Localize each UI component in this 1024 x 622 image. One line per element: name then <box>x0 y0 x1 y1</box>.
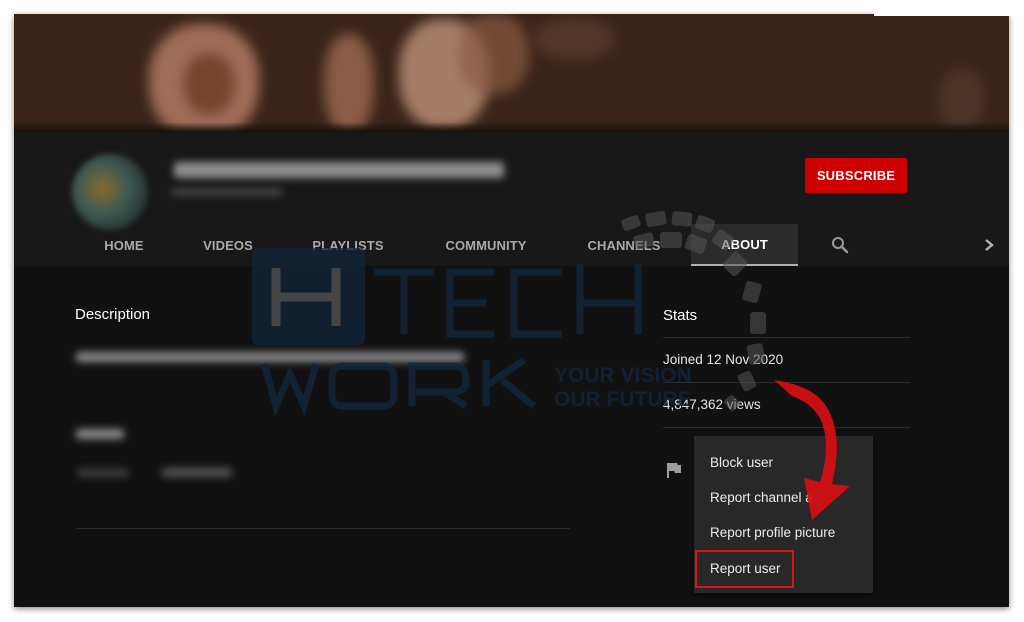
details-divider <box>76 528 570 529</box>
description-heading: Description <box>75 306 151 323</box>
subscriber-count-redacted <box>172 188 282 196</box>
subscribe-button[interactable]: SUBSCRIBE <box>805 158 907 193</box>
flag-icon[interactable] <box>666 462 682 478</box>
details-heading-redacted <box>76 429 124 439</box>
chevron-right-icon[interactable] <box>974 224 1004 266</box>
youtube-channel-about-page: SUBSCRIBE HOME VIDEOS PLAYLISTS COMMUNIT… <box>14 14 1009 607</box>
menu-item-report-user[interactable]: Report user <box>710 561 781 576</box>
stats-divider-3 <box>663 427 910 428</box>
location-value-redacted <box>162 468 232 477</box>
location-label-redacted <box>77 469 129 477</box>
menu-item-report-channel-art[interactable]: Report channel a <box>710 490 813 505</box>
stats-heading: Stats <box>663 307 698 324</box>
channel-banner <box>14 14 1009 132</box>
stats-divider-2 <box>663 382 910 383</box>
menu-item-block-user[interactable]: Block user <box>710 455 773 470</box>
report-menu: Block user Report channel a Report profi… <box>694 436 873 593</box>
menu-item-report-profile-picture[interactable]: Report profile picture <box>710 525 835 540</box>
screenshot-edge <box>874 0 1024 16</box>
description-text-redacted <box>76 352 464 362</box>
tab-channels[interactable]: CHANNELS <box>576 224 672 266</box>
channel-tabs: HOME VIDEOS PLAYLISTS COMMUNITY CHANNELS… <box>14 224 1009 266</box>
stats-divider-1 <box>663 337 910 338</box>
view-count: 4,847,362 views <box>663 397 761 412</box>
tab-videos[interactable]: VIDEOS <box>190 224 266 266</box>
tab-home[interactable]: HOME <box>86 224 162 266</box>
about-content: Description Stats Joined 12 Nov 2020 4,8… <box>14 266 1009 607</box>
joined-date: Joined 12 Nov 2020 <box>663 352 784 367</box>
search-icon[interactable] <box>825 224 855 266</box>
channel-name-redacted <box>174 162 504 178</box>
tab-playlists[interactable]: PLAYLISTS <box>300 224 396 266</box>
channel-avatar[interactable] <box>72 154 148 230</box>
tab-about[interactable]: ABOUT <box>691 224 798 266</box>
tab-community[interactable]: COMMUNITY <box>434 224 538 266</box>
channel-header: SUBSCRIBE HOME VIDEOS PLAYLISTS COMMUNIT… <box>14 132 1009 266</box>
